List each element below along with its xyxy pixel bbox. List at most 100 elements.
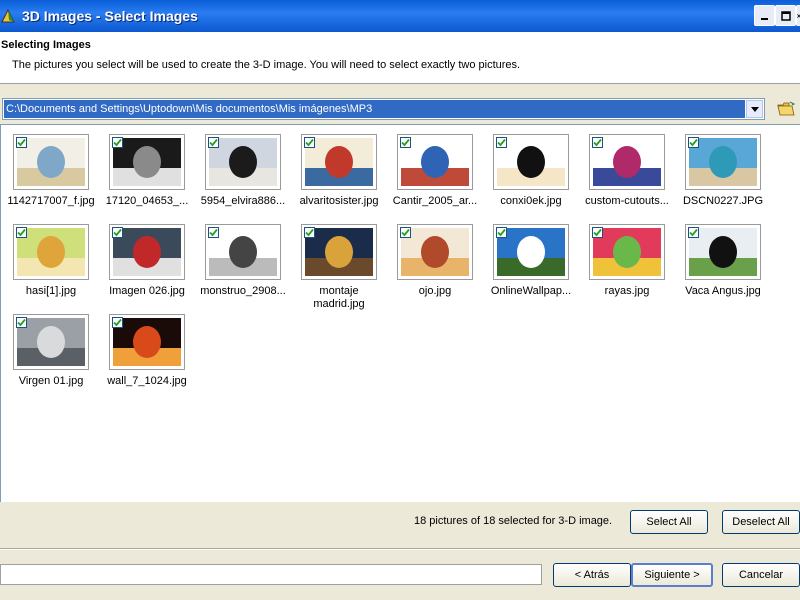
thumbnail-label: montaje madrid.jpg xyxy=(313,285,365,310)
thumbnail-checkbox[interactable] xyxy=(16,137,27,148)
thumbnail-item[interactable]: Virgen 01.jpg xyxy=(5,314,97,388)
thumbnail-checkbox[interactable] xyxy=(16,227,27,238)
thumbnail-image xyxy=(689,138,757,186)
thumbnail-label: OnlineWallpap... xyxy=(490,285,572,297)
cancel-button[interactable]: Cancelar xyxy=(722,563,800,587)
thumbnail-frame[interactable] xyxy=(109,224,185,280)
checkmark-icon xyxy=(593,138,602,147)
thumbnail-label: alvaritosister.jpg xyxy=(299,195,379,207)
thumbnail-label: wall_7_1024.jpg xyxy=(107,375,187,387)
thumbnail-item[interactable]: rayas.jpg xyxy=(581,224,673,298)
thumbnail-item[interactable]: montaje madrid.jpg xyxy=(293,224,385,311)
thumbnail-checkbox[interactable] xyxy=(688,137,699,148)
thumbnail-checkbox[interactable] xyxy=(496,227,507,238)
thumbnail-item[interactable]: Vaca Angus.jpg xyxy=(677,224,769,298)
thumbnail-frame[interactable] xyxy=(13,314,89,370)
thumbnail-checkbox[interactable] xyxy=(400,227,411,238)
thumbnail-item[interactable]: wall_7_1024.jpg xyxy=(101,314,193,388)
thumbnail-checkbox[interactable] xyxy=(496,137,507,148)
thumbnail-frame[interactable] xyxy=(109,314,185,370)
thumbnail-item[interactable]: DSCN0227.JPG xyxy=(677,134,769,208)
thumbnail-checkbox[interactable] xyxy=(208,227,219,238)
thumbnail-image xyxy=(305,228,373,276)
thumbnail-item[interactable]: monstruo_2908... xyxy=(197,224,289,298)
thumbnail-checkbox[interactable] xyxy=(208,137,219,148)
thumbnail-image xyxy=(113,228,181,276)
thumbnail-frame[interactable] xyxy=(493,224,569,280)
close-button[interactable] xyxy=(796,5,800,26)
thumbnail-image xyxy=(209,138,277,186)
thumbnail-checkbox[interactable] xyxy=(592,227,603,238)
thumbnail-image xyxy=(17,228,85,276)
thumbnail-item[interactable]: 5954_elvira886... xyxy=(197,134,289,208)
minimize-icon xyxy=(760,17,768,20)
maximize-icon xyxy=(780,10,791,21)
thumbnail-checkbox[interactable] xyxy=(688,227,699,238)
thumbnail-frame[interactable] xyxy=(13,224,89,280)
thumbnail-item[interactable]: ojo.jpg xyxy=(389,224,481,298)
thumbnail-frame[interactable] xyxy=(301,224,377,280)
maximize-button[interactable] xyxy=(775,5,796,26)
thumbnail-item[interactable]: Imagen 026.jpg xyxy=(101,224,193,298)
app-icon xyxy=(1,8,15,23)
thumbnail-item[interactable]: 17120_04653_... xyxy=(101,134,193,208)
thumbnail-image xyxy=(113,138,181,186)
checkmark-icon xyxy=(113,138,122,147)
thumbnail-checkbox[interactable] xyxy=(112,137,123,148)
thumbnail-label: DSCN0227.JPG xyxy=(682,195,764,207)
thumbnail-frame[interactable] xyxy=(493,134,569,190)
progress-bar xyxy=(0,564,542,585)
thumbnail-image xyxy=(497,138,565,186)
thumbnail-item[interactable]: custom-cutouts... xyxy=(581,134,673,208)
thumbnail-frame[interactable] xyxy=(301,134,377,190)
thumbnail-label: Imagen 026.jpg xyxy=(109,285,185,297)
checkmark-icon xyxy=(209,228,218,237)
folder-path-value: C:\Documents and Settings\Uptodown\Mis d… xyxy=(4,100,745,118)
thumbnail-checkbox[interactable] xyxy=(16,317,27,328)
thumbnail-item[interactable]: hasi[1].jpg xyxy=(5,224,97,298)
header-panel: Selecting Images The pictures you select… xyxy=(0,32,800,84)
divider xyxy=(0,548,800,550)
thumbnail-frame[interactable] xyxy=(397,134,473,190)
thumbnail-checkbox[interactable] xyxy=(400,137,411,148)
thumbnail-label: 17120_04653_... xyxy=(105,195,189,207)
thumbnail-frame[interactable] xyxy=(109,134,185,190)
thumbnail-image xyxy=(17,318,85,366)
checkmark-icon xyxy=(401,228,410,237)
minimize-button[interactable] xyxy=(754,5,775,26)
thumbnail-item[interactable]: conxi0ek.jpg xyxy=(485,134,577,208)
thumbnail-frame[interactable] xyxy=(589,224,665,280)
thumbnail-image xyxy=(593,228,661,276)
checkmark-icon xyxy=(113,318,122,327)
folder-path-combo[interactable]: C:\Documents and Settings\Uptodown\Mis d… xyxy=(2,98,765,120)
thumbnail-frame[interactable] xyxy=(13,134,89,190)
thumbnail-checkbox[interactable] xyxy=(592,137,603,148)
next-button[interactable]: Siguiente > xyxy=(631,563,713,587)
thumbnail-image xyxy=(401,138,469,186)
thumbnail-checkbox[interactable] xyxy=(304,137,315,148)
thumbnail-checkbox[interactable] xyxy=(112,227,123,238)
thumbnail-frame[interactable] xyxy=(397,224,473,280)
select-all-button[interactable]: Select All xyxy=(630,510,708,534)
thumbnail-frame[interactable] xyxy=(589,134,665,190)
thumbnail-item[interactable]: Cantir_2005_ar... xyxy=(389,134,481,208)
thumbnail-frame[interactable] xyxy=(685,224,761,280)
thumbnail-item[interactable]: alvaritosister.jpg xyxy=(293,134,385,208)
thumbnail-image xyxy=(497,228,565,276)
browse-folder-button[interactable] xyxy=(774,98,798,120)
combo-dropdown-button[interactable] xyxy=(746,100,763,118)
thumbnail-frame[interactable] xyxy=(685,134,761,190)
thumbnail-item[interactable]: OnlineWallpap... xyxy=(485,224,577,298)
thumbnail-checkbox[interactable] xyxy=(112,317,123,328)
thumbnail-frame[interactable] xyxy=(205,134,281,190)
checkmark-icon xyxy=(689,228,698,237)
thumbnail-checkbox[interactable] xyxy=(304,227,315,238)
thumbnail-item[interactable]: 1142717007_f.jpg xyxy=(5,134,97,208)
thumbnail-label: Cantir_2005_ar... xyxy=(392,195,478,207)
deselect-all-button[interactable]: Deselect All xyxy=(722,510,800,534)
thumbnail-frame[interactable] xyxy=(205,224,281,280)
back-button[interactable]: < Atrás xyxy=(553,563,631,587)
thumbnail-label: ojo.jpg xyxy=(418,285,452,297)
thumbnail-label: Vaca Angus.jpg xyxy=(685,285,761,297)
thumbnail-image xyxy=(305,138,373,186)
